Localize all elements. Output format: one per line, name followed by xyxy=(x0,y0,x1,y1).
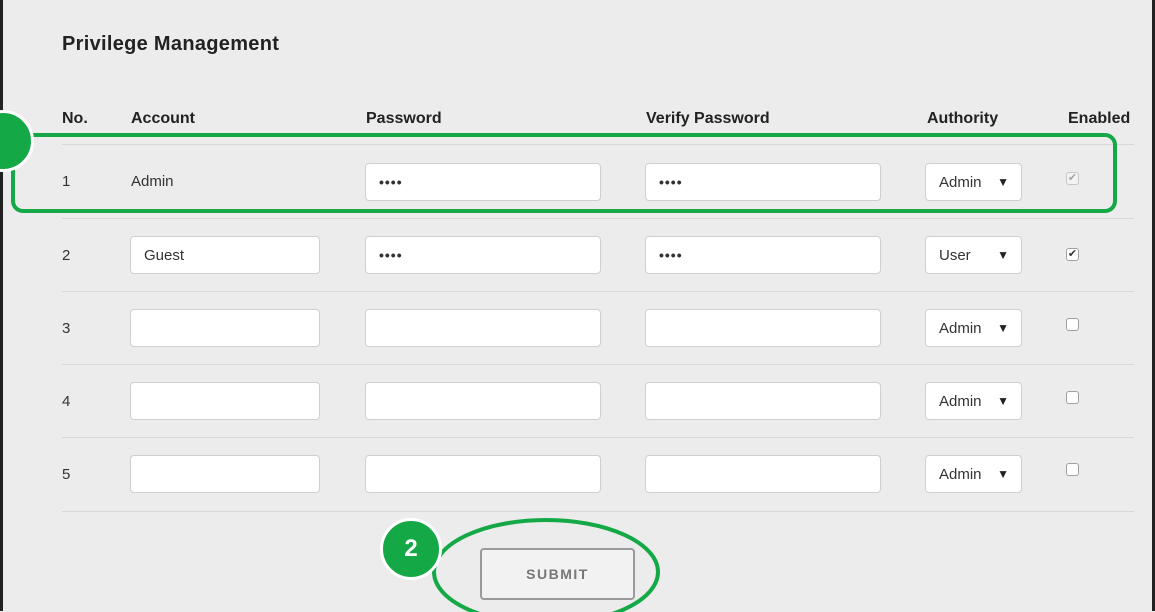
password-input[interactable] xyxy=(365,382,601,420)
page-title: Privilege Management xyxy=(62,33,280,55)
caret-down-icon: ▼ xyxy=(997,467,1009,481)
verify-password-input[interactable] xyxy=(645,309,881,347)
highlight-row-1-callout xyxy=(11,133,1117,213)
header-enabled: Enabled xyxy=(1068,110,1131,127)
row-divider xyxy=(62,364,1134,365)
header-no: No. xyxy=(62,110,88,127)
enabled-checkbox[interactable]: ✔ xyxy=(1066,248,1079,261)
row-number: 4 xyxy=(62,393,71,410)
row-number: 5 xyxy=(62,466,71,483)
enabled-checkbox[interactable] xyxy=(1066,391,1079,404)
row-divider xyxy=(62,291,1134,292)
verify-password-input[interactable] xyxy=(645,455,881,493)
callout-badge-2: 2 xyxy=(380,518,442,580)
authority-select[interactable]: User ▼ xyxy=(925,236,1022,274)
header-verify-password: Verify Password xyxy=(646,110,770,127)
row-number: 2 xyxy=(62,247,71,264)
caret-down-icon: ▼ xyxy=(997,248,1009,262)
account-input[interactable] xyxy=(130,455,320,493)
password-input[interactable]: •••• xyxy=(365,236,601,274)
authority-select-value: Admin xyxy=(939,320,982,337)
enabled-checkbox[interactable] xyxy=(1066,463,1079,476)
account-input[interactable] xyxy=(130,236,320,274)
account-input[interactable] xyxy=(130,382,320,420)
row-divider xyxy=(62,437,1134,438)
window-border-left xyxy=(0,0,3,611)
verify-password-input[interactable] xyxy=(645,382,881,420)
authority-select[interactable]: Admin ▼ xyxy=(925,455,1022,493)
verify-password-input[interactable]: •••• xyxy=(645,236,881,274)
header-account: Account xyxy=(131,110,195,127)
caret-down-icon: ▼ xyxy=(997,321,1009,335)
authority-select-value: Admin xyxy=(939,466,982,483)
check-mark-icon: ✔ xyxy=(1067,248,1078,260)
row-divider xyxy=(62,218,1134,219)
caret-down-icon: ▼ xyxy=(997,394,1009,408)
authority-select[interactable]: Admin ▼ xyxy=(925,309,1022,347)
authority-select[interactable]: Admin ▼ xyxy=(925,382,1022,420)
password-input[interactable] xyxy=(365,309,601,347)
row-number: 3 xyxy=(62,320,71,337)
header-authority: Authority xyxy=(927,110,999,127)
authority-select-value: Admin xyxy=(939,393,982,410)
submit-highlight-ellipse xyxy=(432,518,660,612)
password-input[interactable] xyxy=(365,455,601,493)
authority-select-value: User xyxy=(939,247,971,264)
header-password: Password xyxy=(366,110,442,127)
account-input[interactable] xyxy=(130,309,320,347)
enabled-checkbox[interactable] xyxy=(1066,318,1079,331)
